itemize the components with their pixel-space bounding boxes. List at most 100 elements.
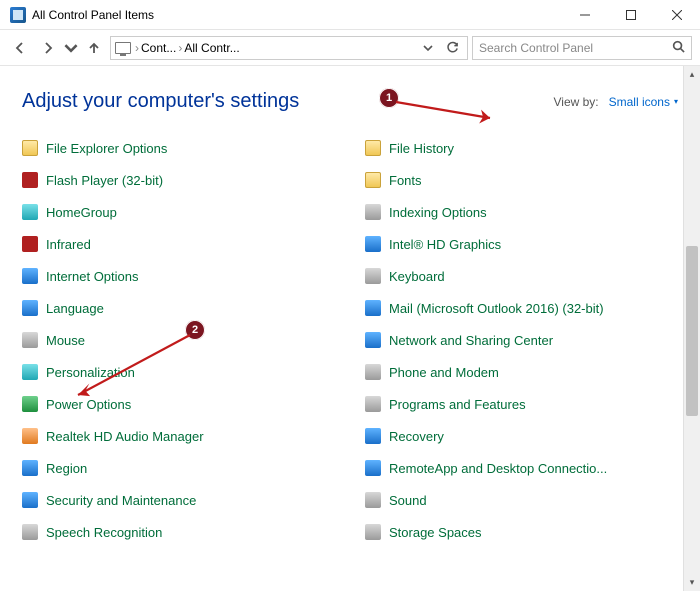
minimize-button[interactable] [562, 0, 608, 30]
control-panel-item[interactable]: Realtek HD Audio Manager [22, 425, 335, 447]
content-area: Adjust your computer's settings View by:… [0, 66, 700, 591]
control-panel-item[interactable]: File Explorer Options [22, 137, 335, 159]
item-icon [365, 364, 381, 380]
pc-icon [115, 42, 131, 54]
item-icon [365, 268, 381, 284]
scroll-up-button[interactable]: ▴ [684, 66, 700, 83]
item-icon [365, 140, 381, 156]
control-panel-item[interactable]: Keyboard [365, 265, 678, 287]
control-panel-item[interactable]: HomeGroup [22, 201, 335, 223]
item-icon [365, 236, 381, 252]
item-label: Sound [389, 493, 427, 508]
control-panel-item[interactable]: Mouse [22, 329, 335, 351]
item-label: File History [389, 141, 454, 156]
control-panel-item[interactable]: Network and Sharing Center [365, 329, 678, 351]
item-icon [22, 204, 38, 220]
close-button[interactable] [654, 0, 700, 30]
control-panel-item[interactable]: Sound [365, 489, 678, 511]
item-label: Programs and Features [389, 397, 526, 412]
maximize-button[interactable] [608, 0, 654, 30]
control-panel-item[interactable]: Indexing Options [365, 201, 678, 223]
item-icon [365, 492, 381, 508]
titlebar: All Control Panel Items [0, 0, 700, 30]
breadcrumb[interactable]: Cont... [141, 41, 176, 55]
forward-button[interactable] [36, 36, 60, 60]
item-label: Internet Options [46, 269, 139, 284]
item-icon [22, 492, 38, 508]
control-panel-item[interactable]: Mail (Microsoft Outlook 2016) (32-bit) [365, 297, 678, 319]
item-label: Phone and Modem [389, 365, 499, 380]
item-label: File Explorer Options [46, 141, 167, 156]
control-panel-item[interactable]: Power Options [22, 393, 335, 415]
item-icon [22, 268, 38, 284]
item-label: Mouse [46, 333, 85, 348]
control-panel-item[interactable]: Intel® HD Graphics [365, 233, 678, 255]
view-by-dropdown[interactable]: Small icons ▾ [609, 95, 678, 109]
item-label: HomeGroup [46, 205, 117, 220]
item-label: Speech Recognition [46, 525, 162, 540]
control-panel-item[interactable]: Region [22, 457, 335, 479]
address-dropdown-button[interactable] [417, 43, 439, 53]
item-icon [365, 428, 381, 444]
item-icon [22, 460, 38, 476]
chevron-icon: › [135, 41, 139, 55]
item-label: Storage Spaces [389, 525, 482, 540]
item-label: Flash Player (32-bit) [46, 173, 163, 188]
control-panel-icon [10, 7, 26, 23]
item-label: Mail (Microsoft Outlook 2016) (32-bit) [389, 301, 604, 316]
item-label: Personalization [46, 365, 135, 380]
chevron-down-icon: ▾ [674, 97, 678, 106]
control-panel-item[interactable]: Infrared [22, 233, 335, 255]
item-label: Power Options [46, 397, 131, 412]
chevron-icon: › [178, 41, 182, 55]
view-by-value: Small icons [609, 95, 670, 109]
item-icon [365, 524, 381, 540]
page-heading: Adjust your computer's settings [22, 90, 299, 113]
item-label: RemoteApp and Desktop Connectio... [389, 461, 607, 476]
item-icon [22, 332, 38, 348]
item-icon [22, 396, 38, 412]
items-grid: File Explorer Options File History Flash P… [22, 137, 678, 547]
control-panel-item[interactable]: Fonts [365, 169, 678, 191]
item-label: Security and Maintenance [46, 493, 196, 508]
search-placeholder: Search Control Panel [479, 41, 672, 55]
control-panel-item[interactable]: File History [365, 137, 678, 159]
control-panel-item[interactable]: Phone and Modem [365, 361, 678, 383]
item-icon [22, 364, 38, 380]
item-label: Fonts [389, 173, 422, 188]
control-panel-item[interactable]: RemoteApp and Desktop Connectio... [365, 457, 678, 479]
scroll-thumb[interactable] [686, 246, 698, 416]
control-panel-item[interactable]: Programs and Features [365, 393, 678, 415]
search-box[interactable]: Search Control Panel [472, 36, 692, 60]
window-title: All Control Panel Items [32, 8, 154, 22]
control-panel-item[interactable]: Storage Spaces [365, 521, 678, 543]
navbar: › Cont... › All Contr... Search Control … [0, 30, 700, 66]
item-icon [365, 204, 381, 220]
up-button[interactable] [82, 36, 106, 60]
item-icon [22, 300, 38, 316]
item-icon [365, 332, 381, 348]
control-panel-item[interactable]: Security and Maintenance [22, 489, 335, 511]
item-icon [365, 300, 381, 316]
refresh-button[interactable] [441, 41, 463, 54]
control-panel-item[interactable]: Speech Recognition [22, 521, 335, 543]
vertical-scrollbar[interactable]: ▴ ▾ [683, 66, 700, 591]
view-by: View by: Small icons ▾ [553, 95, 678, 109]
control-panel-item[interactable]: Personalization [22, 361, 335, 383]
back-button[interactable] [8, 36, 32, 60]
control-panel-item[interactable]: Language [22, 297, 335, 319]
item-icon [22, 140, 38, 156]
item-label: Network and Sharing Center [389, 333, 553, 348]
address-bar[interactable]: › Cont... › All Contr... [110, 36, 468, 60]
control-panel-item[interactable]: Flash Player (32-bit) [22, 169, 335, 191]
scroll-down-button[interactable]: ▾ [684, 574, 700, 591]
recent-locations-button[interactable] [64, 36, 78, 60]
breadcrumb[interactable]: All Contr... [184, 41, 239, 55]
item-label: Keyboard [389, 269, 445, 284]
item-label: Indexing Options [389, 205, 487, 220]
item-label: Region [46, 461, 87, 476]
control-panel-item[interactable]: Recovery [365, 425, 678, 447]
control-panel-item[interactable]: Internet Options [22, 265, 335, 287]
item-icon [22, 172, 38, 188]
item-label: Infrared [46, 237, 91, 252]
